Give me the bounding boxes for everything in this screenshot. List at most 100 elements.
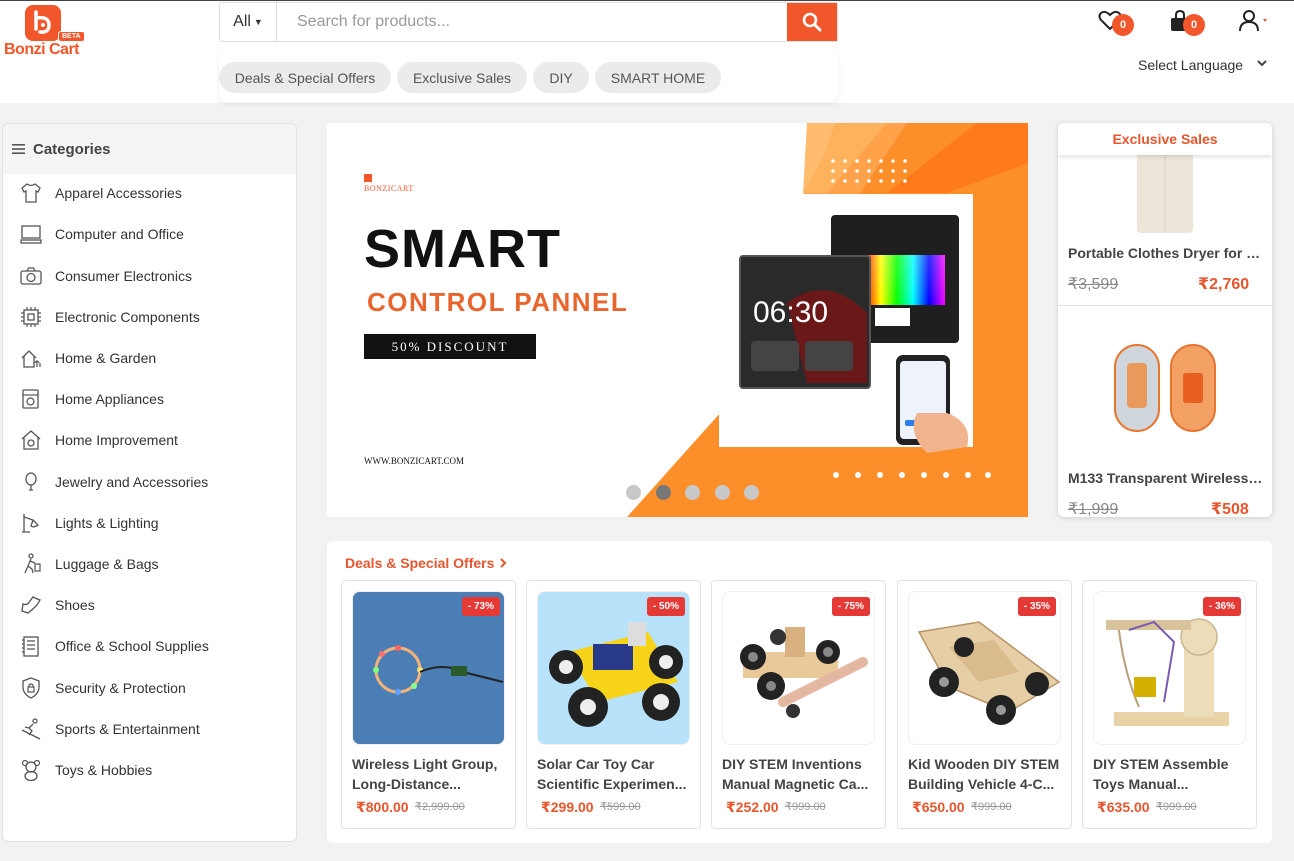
carousel-dot-5[interactable] bbox=[744, 485, 759, 500]
quick-link-deals[interactable]: Deals & Special Offers bbox=[219, 62, 391, 93]
deal-name-line1: Wireless Light Group, bbox=[352, 756, 498, 772]
camera-icon bbox=[20, 265, 42, 287]
carousel-dot-2-active[interactable] bbox=[656, 485, 671, 500]
menu-icon bbox=[12, 144, 25, 154]
category-consumer-electronics[interactable]: Consumer Electronics bbox=[3, 261, 296, 291]
panel-clock-time: 06:30 bbox=[753, 296, 829, 329]
chip-icon bbox=[20, 306, 42, 328]
search-input[interactable] bbox=[277, 3, 787, 41]
deal-card[interactable]: - 36% DIY STEM Assemble Toys Manual... ₹… bbox=[1082, 580, 1257, 829]
banner-subheadline: CONTROL PANNEL bbox=[367, 287, 629, 317]
lamp-icon bbox=[20, 512, 42, 534]
exclusive-item-name: M133 Transparent Wireless Mouse bbox=[1068, 470, 1264, 486]
computer-icon bbox=[20, 223, 42, 245]
quick-link-diy[interactable]: DIY bbox=[533, 62, 589, 93]
category-sports-entertainment[interactable]: Sports & Entertainment bbox=[3, 714, 296, 744]
category-label: Consumer Electronics bbox=[55, 268, 192, 284]
language-selector[interactable]: Select Language bbox=[1138, 57, 1243, 73]
deal-old-price: ₹599.00 bbox=[600, 801, 641, 813]
deal-name-line1: DIY STEM Inventions bbox=[722, 756, 862, 772]
exclusive-item-price: ₹508 bbox=[1211, 501, 1249, 517]
category-shoes[interactable]: Shoes bbox=[3, 590, 296, 620]
category-label: Sports & Entertainment bbox=[55, 721, 200, 737]
deal-card[interactable]: - 35% Kid Wooden DIY STEM Building Vehic… bbox=[897, 580, 1072, 829]
search-button[interactable] bbox=[787, 3, 837, 41]
deal-name: DIY STEM Inventions Manual Magnetic Ca..… bbox=[722, 754, 877, 794]
category-home-appliances[interactable]: Home Appliances bbox=[3, 384, 296, 414]
discount-badge: - 73% bbox=[461, 597, 500, 616]
category-label: Luggage & Bags bbox=[55, 556, 159, 572]
category-home-garden[interactable]: Home & Garden bbox=[3, 343, 296, 373]
shield-icon bbox=[20, 677, 42, 699]
category-lights-lighting[interactable]: Lights & Lighting bbox=[3, 508, 296, 538]
skier-icon bbox=[20, 718, 42, 740]
banner-website: WWW.BONZICART.COM bbox=[364, 456, 464, 466]
house-garden-icon bbox=[20, 347, 42, 369]
category-label: Lights & Lighting bbox=[55, 515, 159, 531]
chevron-down-icon[interactable] bbox=[1256, 58, 1268, 68]
exclusive-item-old-price: ₹1,999 bbox=[1068, 501, 1119, 517]
category-label: Home & Garden bbox=[55, 350, 157, 366]
exclusive-item-name: Portable Clothes Dryer for Home bbox=[1068, 245, 1264, 261]
category-luggage-bags[interactable]: Luggage & Bags bbox=[3, 549, 296, 579]
deal-old-price: ₹2,999.00 bbox=[415, 801, 465, 813]
logo-mark bbox=[25, 5, 61, 41]
site-header: BETA Bonzi Cart All ▼ Deals & Special Of… bbox=[0, 0, 1294, 103]
category-electronic-components[interactable]: Electronic Components bbox=[3, 302, 296, 332]
banner-headline: SMART bbox=[364, 219, 561, 279]
deal-price: ₹252.00 bbox=[726, 799, 779, 815]
deal-name: Solar Car Toy Car Scientific Experimen..… bbox=[537, 754, 692, 794]
transparent-mouse-image bbox=[1114, 344, 1216, 432]
exclusive-item-price: ₹2,760 bbox=[1198, 276, 1250, 293]
deal-price: ₹650.00 bbox=[912, 799, 965, 815]
deal-name: Wireless Light Group, Long-Distance... bbox=[352, 754, 507, 794]
deal-card[interactable]: - 50% Solar Car Toy Car Scientific Exper… bbox=[526, 580, 701, 829]
deal-image: - 36% bbox=[1093, 591, 1246, 745]
category-label: Electronic Components bbox=[55, 309, 200, 325]
search-scope-dropdown[interactable]: All ▼ bbox=[220, 3, 277, 41]
category-office-school-supplies[interactable]: Office & School Supplies bbox=[3, 631, 296, 661]
deal-image: - 35% bbox=[908, 591, 1061, 745]
carousel-dot-1[interactable] bbox=[626, 485, 641, 500]
deals-header-link[interactable]: Deals & Special Offers bbox=[345, 555, 508, 571]
shoe-icon bbox=[20, 594, 42, 616]
category-jewelry-accessories[interactable]: Jewelry and Accessories bbox=[3, 467, 296, 497]
category-computer-office[interactable]: Computer and Office bbox=[3, 219, 296, 249]
appliance-icon bbox=[20, 388, 42, 410]
exclusive-item[interactable]: M133 Transparent Wireless Mouse ₹1,999 ₹… bbox=[1058, 306, 1272, 517]
exclusive-sales-title[interactable]: Exclusive Sales bbox=[1058, 123, 1272, 155]
discount-badge: - 35% bbox=[1017, 597, 1056, 616]
search-scope-label: All bbox=[233, 13, 251, 30]
quick-link-exclusive-sales[interactable]: Exclusive Sales bbox=[397, 62, 527, 93]
category-home-improvement[interactable]: Home Improvement bbox=[3, 425, 296, 455]
deal-name-line1: DIY STEM Assemble bbox=[1093, 756, 1229, 772]
hero-banner[interactable]: BONZICART SMART CONTROL PANNEL 50% DISCO… bbox=[327, 123, 1028, 517]
category-toys-hobbies[interactable]: Toys & Hobbies bbox=[3, 755, 296, 785]
category-label: Security & Protection bbox=[55, 680, 186, 696]
deal-name-line2: Long-Distance... bbox=[352, 776, 461, 792]
categories-title: Categories bbox=[33, 140, 111, 158]
category-label: Home Improvement bbox=[55, 432, 178, 448]
category-security-protection[interactable]: Security & Protection bbox=[3, 673, 296, 703]
discount-badge: - 36% bbox=[1202, 597, 1241, 616]
category-label: Computer and Office bbox=[55, 226, 184, 242]
category-label: Home Appliances bbox=[55, 391, 164, 407]
quick-link-smart-home[interactable]: SMART HOME bbox=[595, 62, 721, 93]
caret-down-icon: ▼ bbox=[253, 17, 263, 27]
deal-price: ₹800.00 bbox=[356, 799, 409, 815]
deal-name-line2: Toys Manual... bbox=[1093, 776, 1189, 792]
deal-name-line2: Scientific Experimen... bbox=[537, 776, 687, 792]
deal-card[interactable]: - 73% Wireless Light Group, Long-Distanc… bbox=[341, 580, 516, 829]
carousel-dot-3[interactable] bbox=[685, 485, 700, 500]
category-apparel-accessories[interactable]: Apparel Accessories bbox=[3, 178, 296, 208]
category-label: Jewelry and Accessories bbox=[55, 474, 209, 490]
deal-card[interactable]: - 75% DIY STEM Inventions Manual Magneti… bbox=[711, 580, 886, 829]
bonzicart-logo[interactable]: BETA Bonzi Cart bbox=[4, 5, 85, 59]
user-account-icon[interactable] bbox=[1238, 9, 1272, 33]
carousel-dot-4[interactable] bbox=[715, 485, 730, 500]
deal-name-line1: Kid Wooden DIY STEM bbox=[908, 756, 1060, 772]
deals-title: Deals & Special Offers bbox=[345, 555, 495, 571]
category-label: Office & School Supplies bbox=[55, 638, 209, 654]
deal-price: ₹299.00 bbox=[541, 799, 594, 815]
banner-discount-tag: 50% DISCOUNT bbox=[364, 334, 536, 359]
